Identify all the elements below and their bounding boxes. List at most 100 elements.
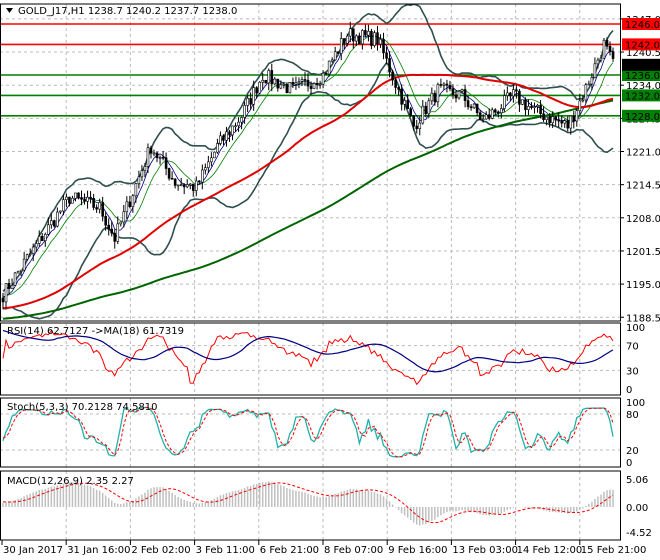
candle-body	[59, 210, 62, 213]
rsi-pane[interactable]	[2, 329, 614, 386]
price-tick-label: 1221.0	[626, 148, 660, 159]
candle-body	[530, 106, 533, 108]
candle-body	[442, 83, 446, 86]
candle-body	[194, 180, 198, 191]
candle-body	[207, 161, 210, 168]
time-tick-label: 14 Feb 12:00	[517, 545, 583, 556]
candle-body	[599, 57, 603, 61]
stoch-label: Stoch(5,3,3) 70.2128 74.5810	[7, 402, 158, 413]
candle-body	[62, 199, 65, 212]
candle-body	[358, 35, 361, 45]
candle-body	[545, 116, 548, 120]
candle-body	[252, 87, 255, 105]
candle-body	[406, 100, 409, 109]
stoch-tick-label: 80	[626, 410, 639, 421]
candle-body	[107, 224, 110, 230]
candle-body	[98, 202, 101, 210]
candle-body	[536, 104, 539, 107]
time-tick-label: 6 Feb 21:00	[260, 545, 319, 556]
candle-body	[596, 59, 600, 65]
candle-body	[170, 177, 174, 180]
candle-body	[605, 39, 609, 47]
candle-body	[364, 30, 367, 36]
candle-body	[345, 35, 349, 44]
candle-body	[185, 184, 189, 188]
candle-body	[342, 38, 346, 44]
candle-body	[143, 166, 147, 171]
price-label: 1232.0	[625, 91, 660, 102]
candle-body	[101, 202, 104, 217]
candle-body	[339, 38, 343, 54]
candle-body	[113, 232, 117, 242]
candle-body	[140, 170, 144, 178]
stoch-signal-line	[2, 406, 614, 458]
candle-body	[158, 156, 162, 159]
candle-body	[569, 115, 573, 129]
candle-body	[315, 83, 319, 85]
candle-body	[400, 89, 403, 105]
candle-body	[243, 105, 246, 118]
candle-body	[43, 233, 47, 241]
candle-body	[25, 254, 29, 260]
candle-body	[152, 152, 156, 155]
candle-body	[65, 196, 68, 200]
candle-body	[219, 135, 222, 144]
candle-body	[213, 151, 216, 159]
candle-body	[53, 220, 56, 227]
candle-body	[460, 89, 464, 92]
candle-body	[454, 94, 458, 99]
candle-body	[436, 84, 440, 103]
candle-body	[22, 258, 26, 271]
candle-body	[418, 122, 422, 129]
candle-body	[433, 92, 437, 103]
candle-body	[4, 283, 8, 303]
rsi-label: RSI(14) 62.7127 ->MA(18) 61.7319	[7, 326, 184, 337]
candle-body	[379, 39, 382, 45]
candle-body	[83, 198, 86, 202]
candle-body	[89, 196, 92, 199]
macd-tick-label: 5.06	[626, 475, 648, 486]
candle-body	[34, 243, 38, 248]
candle-body	[391, 71, 394, 81]
time-tick-label: 2 Feb 02:00	[131, 545, 190, 556]
candle-body	[92, 197, 95, 208]
candle-body	[240, 117, 243, 123]
candle-body	[424, 105, 428, 115]
rsi-tick-label: 70	[626, 342, 639, 353]
trading-chart[interactable]: 1247.01240.51234.01227.51221.01214.51208…	[0, 0, 660, 560]
macd-pane[interactable]	[2, 481, 614, 526]
candle-body	[361, 30, 364, 45]
candle-body	[512, 89, 515, 97]
candle-body	[303, 79, 307, 81]
candle-body	[279, 84, 283, 89]
candle-body	[167, 168, 171, 179]
candle-body	[164, 157, 168, 169]
candle-body	[294, 82, 298, 85]
candle-body	[146, 147, 150, 167]
rsi-tick-label: 30	[626, 366, 639, 377]
candle-body	[493, 109, 497, 113]
candle-body	[587, 83, 591, 86]
candle-body	[542, 113, 545, 120]
pane-border	[0, 3, 621, 322]
candle-body	[554, 116, 557, 121]
candle-body	[161, 156, 165, 159]
candle-body	[16, 271, 20, 274]
candle-body	[134, 183, 138, 197]
candle-body	[466, 100, 470, 108]
candle-body	[1, 297, 5, 303]
candle-body	[191, 183, 195, 191]
candle-body	[297, 81, 301, 84]
candle-body	[258, 81, 262, 94]
price-label: 1228.0	[625, 112, 660, 123]
candle-body	[496, 111, 500, 114]
dropdown-arrow-icon[interactable]	[6, 8, 13, 13]
candle-body	[125, 201, 129, 213]
price-pane[interactable]	[0, 3, 620, 320]
candle-body	[533, 106, 536, 108]
candle-body	[249, 98, 252, 105]
candle-body	[122, 211, 126, 223]
candle-body	[427, 100, 431, 115]
candle-body	[521, 99, 524, 105]
candle-body	[128, 201, 132, 208]
